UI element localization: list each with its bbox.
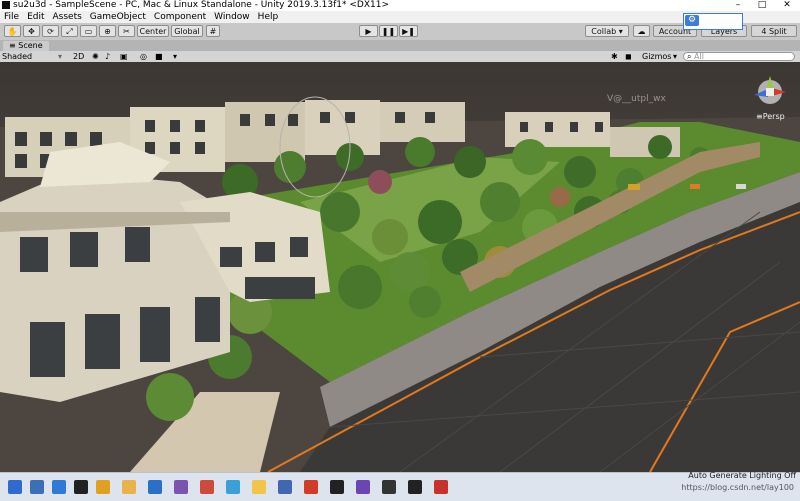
effects-toggle-icon[interactable]: ▣	[120, 51, 128, 62]
car	[628, 184, 640, 190]
menu-window[interactable]: Window	[210, 11, 254, 23]
menu-bar: File Edit Assets GameObject Component Window H…	[0, 11, 800, 23]
edge-icon[interactable]	[52, 480, 66, 494]
unity2-icon[interactable]	[408, 480, 422, 494]
car	[736, 184, 746, 189]
menu-gameobject[interactable]: GameObject	[86, 11, 150, 23]
collab-label: Collab ▾	[591, 27, 623, 36]
app-icon[interactable]	[200, 480, 214, 494]
close-button[interactable]: ✕	[777, 0, 797, 11]
chrome-icon[interactable]	[96, 480, 110, 494]
link-icon[interactable]	[148, 480, 162, 494]
tools-settings-icon[interactable]: ✱	[611, 51, 618, 62]
hidden-objects-icon[interactable]: ◎	[140, 51, 147, 62]
menu-assets[interactable]: Assets	[49, 11, 86, 23]
gizmos-dropdown[interactable]: Gizmos	[642, 51, 671, 62]
taskbar: Auto Generate Lighting Off https://blog.…	[0, 471, 800, 501]
gizmos-arrow-icon: ▾	[673, 52, 678, 61]
move-icon: ✥	[28, 27, 35, 36]
scene-tab-icon: ≡	[9, 41, 19, 50]
lighting-toggle-icon[interactable]: ✺	[92, 51, 99, 62]
space-label: Global	[174, 27, 200, 36]
start-icon[interactable]	[8, 480, 22, 494]
minimize-button[interactable]: –	[728, 0, 748, 11]
layout-label: 4 Split	[761, 27, 787, 36]
term-icon[interactable]	[382, 480, 396, 494]
shading-dropdown-arrow-icon: ▾	[58, 52, 63, 61]
camera-settings-icon[interactable]: ■	[155, 51, 163, 62]
store-icon[interactable]	[278, 480, 292, 494]
menu-edit[interactable]: Edit	[23, 11, 48, 23]
folder-icon[interactable]	[122, 480, 136, 494]
grid-snap-icon: #	[209, 27, 217, 36]
scene-search-input[interactable]: ⌕ All	[683, 52, 795, 61]
title-bar: su2u3d - SampleScene - PC, Mac & Linux S…	[0, 0, 800, 11]
unity-hub-icon[interactable]	[74, 480, 88, 494]
transform-tool-button[interactable]: ⊕	[99, 25, 116, 37]
collab-cloud-icon: ⚙	[685, 15, 699, 26]
files-icon[interactable]	[30, 480, 44, 494]
unity-icon[interactable]	[330, 480, 344, 494]
scale-tool-button[interactable]: ⤢	[61, 25, 78, 37]
gizmo-dropdown-arrow-icon: ▾	[173, 52, 178, 61]
tab-bar: ≡ Scene	[0, 40, 800, 51]
custom-tool-button[interactable]: ✂	[118, 25, 135, 37]
play-button[interactable]: ▶	[359, 25, 378, 37]
menu-component[interactable]: Component	[150, 11, 210, 23]
rotate-tool-button[interactable]: ⟳	[42, 25, 59, 37]
watermark: https://blog.csdn.net/lay100	[681, 483, 794, 492]
scale-icon: ⤢	[66, 27, 73, 36]
lighting-status: Auto Generate Lighting Off	[688, 471, 796, 480]
pause-icon: ❚❚	[381, 27, 396, 36]
cloud-button[interactable]: ☁	[633, 25, 650, 37]
persp-label[interactable]: ≡Persp	[756, 112, 785, 121]
notes-icon[interactable]	[252, 480, 266, 494]
scene-tab-label: Scene	[18, 41, 43, 50]
menu-help[interactable]: Help	[254, 11, 283, 23]
hand-tool-button[interactable]: ✋	[4, 25, 21, 37]
rotate-icon: ⟳	[47, 27, 54, 36]
tools-icon: ✂	[123, 27, 130, 36]
scene-overlay-text: V@__utpl_wx	[607, 94, 666, 104]
pivot-label: Center	[139, 27, 167, 36]
scene-viewport[interactable]: V@__utpl_wx ≡Persp	[0, 62, 800, 472]
tab-scene[interactable]: ≡ Scene	[3, 41, 49, 51]
redapp-icon[interactable]	[434, 480, 448, 494]
scene-render	[0, 62, 800, 472]
layout-dropdown[interactable]: 4 Split	[751, 25, 797, 37]
vs-icon[interactable]	[356, 480, 370, 494]
unity-logo-icon	[2, 1, 10, 9]
menu-file[interactable]: File	[0, 11, 23, 23]
photo-icon[interactable]	[174, 480, 188, 494]
move-tool-button[interactable]: ✥	[23, 25, 40, 37]
camera-icon[interactable]: ◼	[625, 51, 632, 62]
audio-toggle-icon[interactable]: ♪	[105, 51, 110, 62]
main-toolbar: ✋ ✥ ⟳ ⤢ ▭ ⊕ ✂ Center Global # ▶ ❚❚ ▶❚ Co…	[0, 23, 800, 41]
search-placeholder: All	[694, 52, 704, 61]
rect-icon: ▭	[84, 27, 93, 36]
pivot-toggle[interactable]: Center	[137, 25, 169, 37]
media-icon[interactable]	[226, 480, 240, 494]
sketchup-icon[interactable]	[304, 480, 318, 494]
space-toggle[interactable]: Global	[171, 25, 203, 37]
car	[690, 184, 700, 189]
transform-icon: ⊕	[104, 27, 111, 36]
2d-toggle[interactable]: 2D	[73, 51, 84, 62]
shading-mode-dropdown[interactable]: Shaded	[2, 51, 32, 62]
maximize-button[interactable]: □	[752, 0, 772, 11]
window-title: su2u3d - SampleScene - PC, Mac & Linux S…	[13, 0, 390, 10]
cloud-popup[interactable]: ⚙	[683, 13, 743, 30]
snap-button[interactable]: #	[206, 25, 220, 37]
play-icon: ▶	[365, 27, 372, 36]
search-icon: ⌕	[687, 52, 695, 61]
step-icon: ▶❚	[402, 27, 415, 36]
step-button[interactable]: ▶❚	[399, 25, 418, 37]
cloud-icon: ☁	[637, 27, 646, 36]
rect-tool-button[interactable]: ▭	[80, 25, 97, 37]
pause-button[interactable]: ❚❚	[379, 25, 398, 37]
collab-button[interactable]: Collab ▾	[585, 25, 629, 37]
hand-icon: ✋	[7, 27, 18, 36]
